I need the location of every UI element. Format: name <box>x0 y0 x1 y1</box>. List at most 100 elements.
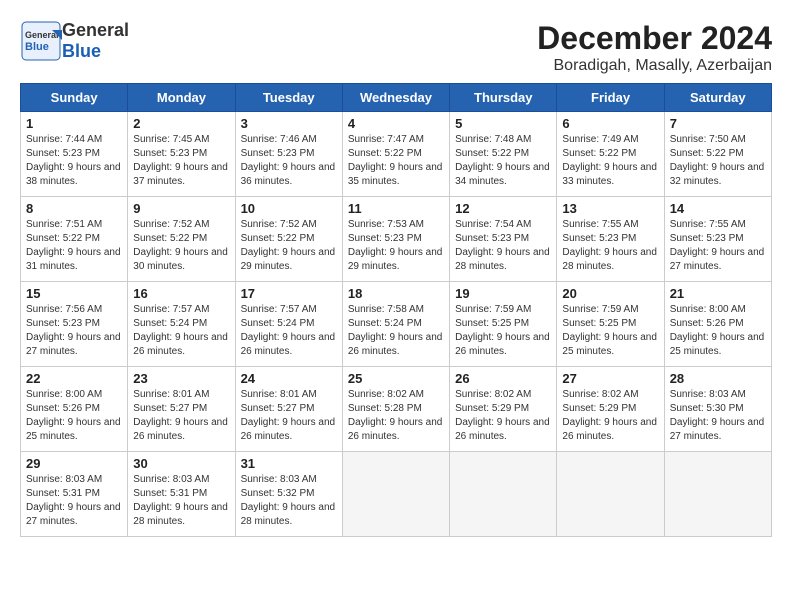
day-info: Sunrise: 7:56 AMSunset: 5:23 PMDaylight:… <box>26 303 122 359</box>
svg-text:Blue: Blue <box>25 41 49 53</box>
day-info: Sunrise: 8:03 AMSunset: 5:30 PMDaylight:… <box>670 388 766 444</box>
day-number: 30 <box>133 456 229 471</box>
calendar-cell: 26Sunrise: 8:02 AMSunset: 5:29 PMDayligh… <box>450 367 557 452</box>
day-number: 2 <box>133 116 229 131</box>
day-info: Sunrise: 7:44 AMSunset: 5:23 PMDaylight:… <box>26 133 122 189</box>
day-info: Sunrise: 7:59 AMSunset: 5:25 PMDaylight:… <box>562 303 658 359</box>
calendar-cell: 10 Sunrise: 7:52 AMSunset: 5:22 PMDayligh… <box>235 197 342 282</box>
day-info: Sunrise: 7:51 AMSunset: 5:22 PMDaylight:… <box>26 218 122 274</box>
calendar-cell: 1 Sunrise: 7:44 AMSunset: 5:23 PMDaylight… <box>21 112 128 197</box>
day-number: 21 <box>670 286 766 301</box>
day-number: 31 <box>241 456 337 471</box>
calendar-cell: 21 Sunrise: 8:00 AMSunset: 5:26 PMDayligh… <box>664 282 771 367</box>
day-number: 22 <box>26 371 122 386</box>
day-number: 9 <box>133 201 229 216</box>
day-info: Sunrise: 7:52 AMSunset: 5:22 PMDaylight:… <box>241 218 337 274</box>
day-info: Sunrise: 7:50 AMSunset: 5:22 PMDaylight:… <box>670 133 766 189</box>
day-number: 15 <box>26 286 122 301</box>
weekday-wednesday: Wednesday <box>342 84 449 112</box>
calendar-cell: 5 Sunrise: 7:48 AMSunset: 5:22 PMDaylight… <box>450 112 557 197</box>
day-info: Sunrise: 8:01 AMSunset: 5:27 PMDaylight:… <box>241 388 337 444</box>
calendar-cell: 8 Sunrise: 7:51 AMSunset: 5:22 PMDaylight… <box>21 197 128 282</box>
day-number: 18 <box>348 286 444 301</box>
logo-text: General Blue <box>62 20 129 62</box>
logo-icon: General Blue <box>20 20 62 62</box>
day-number: 25 <box>348 371 444 386</box>
day-number: 29 <box>26 456 122 471</box>
day-number: 8 <box>26 201 122 216</box>
day-info: Sunrise: 8:03 AMSunset: 5:31 PMDaylight:… <box>133 473 229 529</box>
calendar-cell <box>342 452 449 537</box>
calendar-cell: 22 Sunrise: 8:00 AMSunset: 5:26 PMDayligh… <box>21 367 128 452</box>
day-info: Sunrise: 8:03 AMSunset: 5:32 PMDaylight:… <box>241 473 337 529</box>
calendar-cell: 17Sunrise: 7:57 AMSunset: 5:24 PMDayligh… <box>235 282 342 367</box>
calendar-cell: 2 Sunrise: 7:45 AMSunset: 5:23 PMDaylight… <box>128 112 235 197</box>
day-info: Sunrise: 7:45 AMSunset: 5:23 PMDaylight:… <box>133 133 229 189</box>
calendar-cell <box>664 452 771 537</box>
day-number: 14 <box>670 201 766 216</box>
calendar-cell: 16Sunrise: 7:57 AMSunset: 5:24 PMDayligh… <box>128 282 235 367</box>
day-number: 27 <box>562 371 658 386</box>
calendar-cell: 25Sunrise: 8:02 AMSunset: 5:28 PMDayligh… <box>342 367 449 452</box>
day-info: Sunrise: 7:52 AMSunset: 5:22 PMDaylight:… <box>133 218 229 274</box>
page-header: General Blue General Blue December 2024 … <box>20 20 772 75</box>
calendar-cell: 28 Sunrise: 8:03 AMSunset: 5:30 PMDayligh… <box>664 367 771 452</box>
calendar-cell: 31 Sunrise: 8:03 AMSunset: 5:32 PMDayligh… <box>235 452 342 537</box>
calendar-cell: 18 Sunrise: 7:58 AMSunset: 5:24 PMDayligh… <box>342 282 449 367</box>
day-number: 1 <box>26 116 122 131</box>
weekday-saturday: Saturday <box>664 84 771 112</box>
logo: General Blue General Blue <box>20 20 129 62</box>
calendar-cell: 15 Sunrise: 7:56 AMSunset: 5:23 PMDayligh… <box>21 282 128 367</box>
day-info: Sunrise: 7:49 AMSunset: 5:22 PMDaylight:… <box>562 133 658 189</box>
day-number: 19 <box>455 286 551 301</box>
day-number: 24 <box>241 371 337 386</box>
day-info: Sunrise: 7:58 AMSunset: 5:24 PMDaylight:… <box>348 303 444 359</box>
calendar-cell: 7 Sunrise: 7:50 AMSunset: 5:22 PMDaylight… <box>664 112 771 197</box>
day-number: 6 <box>562 116 658 131</box>
calendar-cell: 20 Sunrise: 7:59 AMSunset: 5:25 PMDayligh… <box>557 282 664 367</box>
calendar-week-2: 8 Sunrise: 7:51 AMSunset: 5:22 PMDaylight… <box>21 197 772 282</box>
day-number: 28 <box>670 371 766 386</box>
day-info: Sunrise: 7:55 AMSunset: 5:23 PMDaylight:… <box>562 218 658 274</box>
day-info: Sunrise: 7:48 AMSunset: 5:22 PMDaylight:… <box>455 133 551 189</box>
weekday-thursday: Thursday <box>450 84 557 112</box>
day-number: 5 <box>455 116 551 131</box>
day-number: 17 <box>241 286 337 301</box>
day-number: 11 <box>348 201 444 216</box>
day-number: 10 <box>241 201 337 216</box>
calendar-cell: 27 Sunrise: 8:02 AMSunset: 5:29 PMDayligh… <box>557 367 664 452</box>
calendar-cell: 6 Sunrise: 7:49 AMSunset: 5:22 PMDaylight… <box>557 112 664 197</box>
calendar-cell: 9 Sunrise: 7:52 AMSunset: 5:22 PMDaylight… <box>128 197 235 282</box>
day-number: 13 <box>562 201 658 216</box>
logo-blue: Blue <box>62 41 101 61</box>
day-info: Sunrise: 7:55 AMSunset: 5:23 PMDaylight:… <box>670 218 766 274</box>
calendar-cell: 14 Sunrise: 7:55 AMSunset: 5:23 PMDayligh… <box>664 197 771 282</box>
day-info: Sunrise: 8:02 AMSunset: 5:29 PMDaylight:… <box>455 388 551 444</box>
day-number: 23 <box>133 371 229 386</box>
month-title: December 2024 <box>537 20 772 57</box>
calendar-week-1: 1 Sunrise: 7:44 AMSunset: 5:23 PMDaylight… <box>21 112 772 197</box>
calendar-cell: 24 Sunrise: 8:01 AMSunset: 5:27 PMDayligh… <box>235 367 342 452</box>
calendar-cell: 12 Sunrise: 7:54 AMSunset: 5:23 PMDayligh… <box>450 197 557 282</box>
day-info: Sunrise: 8:00 AMSunset: 5:26 PMDaylight:… <box>670 303 766 359</box>
calendar-cell <box>557 452 664 537</box>
calendar-cell <box>450 452 557 537</box>
day-number: 20 <box>562 286 658 301</box>
location-title: Boradigah, Masally, Azerbaijan <box>537 57 772 75</box>
day-number: 12 <box>455 201 551 216</box>
weekday-header-row: SundayMondayTuesdayWednesdayThursdayFrid… <box>21 84 772 112</box>
weekday-sunday: Sunday <box>21 84 128 112</box>
day-info: Sunrise: 8:00 AMSunset: 5:26 PMDaylight:… <box>26 388 122 444</box>
title-block: December 2024 Boradigah, Masally, Azerba… <box>537 20 772 75</box>
logo-general: General <box>62 20 129 40</box>
day-number: 7 <box>670 116 766 131</box>
calendar-cell: 19Sunrise: 7:59 AMSunset: 5:25 PMDayligh… <box>450 282 557 367</box>
calendar-week-3: 15 Sunrise: 7:56 AMSunset: 5:23 PMDayligh… <box>21 282 772 367</box>
day-info: Sunrise: 7:54 AMSunset: 5:23 PMDaylight:… <box>455 218 551 274</box>
day-info: Sunrise: 8:03 AMSunset: 5:31 PMDaylight:… <box>26 473 122 529</box>
calendar-cell: 29 Sunrise: 8:03 AMSunset: 5:31 PMDayligh… <box>21 452 128 537</box>
day-info: Sunrise: 7:57 AMSunset: 5:24 PMDaylight:… <box>133 303 229 359</box>
day-number: 3 <box>241 116 337 131</box>
calendar-cell: 23Sunrise: 8:01 AMSunset: 5:27 PMDayligh… <box>128 367 235 452</box>
day-info: Sunrise: 8:02 AMSunset: 5:29 PMDaylight:… <box>562 388 658 444</box>
